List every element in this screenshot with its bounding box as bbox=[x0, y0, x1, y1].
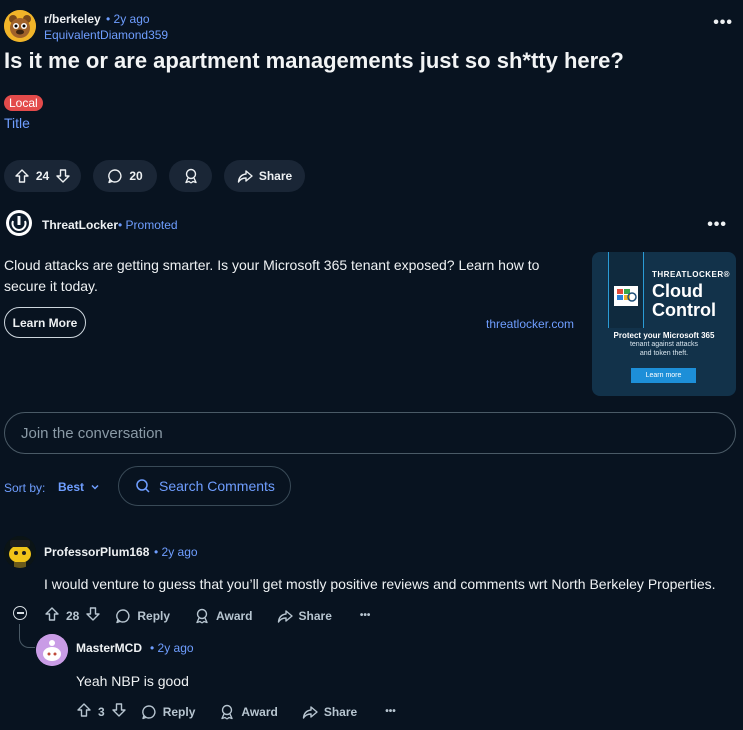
post-body: Title bbox=[4, 115, 30, 131]
award-label: Award bbox=[241, 704, 278, 719]
comment-body: I would venture to guess that you’ll get… bbox=[44, 576, 716, 592]
share-label: Share bbox=[258, 169, 293, 183]
ad-image-headline: Cloud Control bbox=[652, 282, 716, 320]
post-more-options-button[interactable]: ••• bbox=[713, 14, 733, 32]
share-label: Share bbox=[323, 704, 358, 719]
comment-count: 20 bbox=[129, 169, 143, 183]
sort-value: Best bbox=[58, 480, 85, 494]
reply-label: Reply bbox=[137, 608, 171, 623]
share-icon bbox=[237, 168, 253, 184]
comment-author[interactable]: ProfessorPlum168 bbox=[44, 545, 149, 559]
bear-mascot-icon bbox=[4, 10, 36, 42]
comment-more-options-button[interactable]: ••• bbox=[360, 610, 371, 621]
share-label: Share bbox=[298, 608, 332, 623]
ad-image-subhead: Protect your Microsoft 365 bbox=[613, 331, 715, 340]
comment-icon bbox=[116, 608, 130, 623]
comment-icon bbox=[141, 704, 156, 719]
promoted-label: • Promoted bbox=[118, 218, 178, 232]
ad-image[interactable]: THREATLOCKER® Cloud Control Protect your… bbox=[592, 252, 736, 396]
share-icon bbox=[277, 609, 293, 623]
downvote-icon[interactable] bbox=[111, 702, 127, 721]
comment-vote-count: 3 bbox=[98, 704, 105, 719]
chevron-down-icon bbox=[91, 484, 99, 490]
comment-more-options-button[interactable]: ••• bbox=[385, 706, 396, 717]
thread-line bbox=[19, 624, 35, 648]
threatlocker-logo-icon bbox=[9, 213, 29, 233]
sort-label: Sort by: bbox=[4, 481, 46, 495]
avatar[interactable] bbox=[36, 634, 68, 666]
ad-image-button: Learn more bbox=[631, 368, 696, 383]
ad-image-headline-line1: Cloud bbox=[652, 281, 703, 301]
award-button[interactable] bbox=[169, 160, 212, 192]
vote-count: 24 bbox=[35, 169, 50, 183]
ad-image-brand: THREATLOCKER® bbox=[652, 270, 731, 279]
advertiser-logo[interactable] bbox=[6, 210, 32, 236]
advertiser-name[interactable]: ThreatLocker bbox=[42, 218, 118, 232]
comment-actions: 28 Reply Award Share ••• bbox=[44, 606, 370, 625]
post-timestamp: • 2y ago bbox=[106, 12, 150, 26]
upvote-icon[interactable] bbox=[76, 702, 92, 721]
post-flair[interactable]: Local bbox=[4, 95, 43, 111]
share-button[interactable]: Share bbox=[302, 704, 357, 720]
ad-more-options-button[interactable]: ••• bbox=[707, 216, 727, 234]
ad-image-subtext: tenant against attacks and token theft. bbox=[600, 340, 728, 358]
ad-image-headline-line2: Control bbox=[652, 300, 716, 320]
ad-text[interactable]: Cloud attacks are getting smarter. Is yo… bbox=[4, 255, 564, 297]
reply-label: Reply bbox=[162, 704, 196, 719]
sort-dropdown[interactable]: Best bbox=[58, 480, 100, 494]
award-icon bbox=[183, 168, 199, 184]
post-title: Is it me or are apartment managements ju… bbox=[4, 48, 624, 73]
ad-image-subtext-line2: and token theft. bbox=[639, 350, 689, 357]
search-comments-button[interactable]: Search Comments bbox=[118, 466, 291, 506]
comment-vote: 28 bbox=[44, 606, 101, 625]
comments-button[interactable]: 20 bbox=[93, 160, 157, 192]
reply-button[interactable]: Reply bbox=[115, 608, 170, 624]
downvote-icon[interactable] bbox=[55, 168, 71, 184]
award-button[interactable]: Award bbox=[194, 608, 253, 624]
ad-domain-link[interactable]: threatlocker.com bbox=[486, 317, 574, 331]
share-button[interactable]: Share bbox=[224, 160, 305, 192]
share-icon bbox=[302, 705, 318, 719]
comment-timestamp: • 2y ago bbox=[154, 545, 198, 559]
comment-actions: 3 Reply Award Share ••• bbox=[76, 702, 396, 721]
search-comments-label: Search Comments bbox=[159, 478, 275, 494]
collapse-thread-button[interactable] bbox=[13, 606, 27, 620]
join-conversation-input[interactable]: Join the conversation bbox=[4, 412, 736, 454]
ad-graphic-panel bbox=[608, 252, 644, 328]
post-author[interactable]: EquivalentDiamond359 bbox=[44, 28, 168, 42]
award-label: Award bbox=[216, 608, 253, 623]
comment-body: Yeah NBP is good bbox=[76, 673, 189, 689]
ad-image-subtext-line1: tenant against attacks bbox=[629, 341, 699, 348]
upvote-icon[interactable] bbox=[44, 606, 60, 625]
learn-more-button[interactable]: Learn More bbox=[4, 307, 86, 338]
share-button[interactable]: Share bbox=[277, 608, 332, 624]
award-button[interactable]: Award bbox=[219, 704, 278, 720]
comment-vote: 3 bbox=[76, 702, 127, 721]
minus-icon bbox=[16, 612, 24, 614]
award-icon bbox=[221, 704, 234, 720]
dashboard-icon bbox=[614, 286, 638, 306]
subreddit-avatar[interactable] bbox=[4, 10, 36, 42]
search-icon bbox=[136, 479, 150, 493]
comment-author[interactable]: MasterMCD bbox=[76, 641, 142, 655]
snoo-avatar-icon bbox=[4, 536, 36, 568]
upvote-icon[interactable] bbox=[14, 168, 30, 184]
snoo-avatar-icon bbox=[36, 634, 68, 666]
subreddit-name[interactable]: r/berkeley bbox=[44, 12, 101, 26]
downvote-icon[interactable] bbox=[85, 606, 101, 625]
comment-timestamp: • 2y ago bbox=[150, 641, 194, 655]
comment-icon bbox=[107, 168, 123, 184]
award-icon bbox=[196, 608, 208, 624]
avatar[interactable] bbox=[4, 536, 36, 568]
vote-pill: 24 bbox=[4, 160, 81, 192]
comment-vote-count: 28 bbox=[66, 608, 80, 623]
reply-button[interactable]: Reply bbox=[141, 704, 196, 720]
